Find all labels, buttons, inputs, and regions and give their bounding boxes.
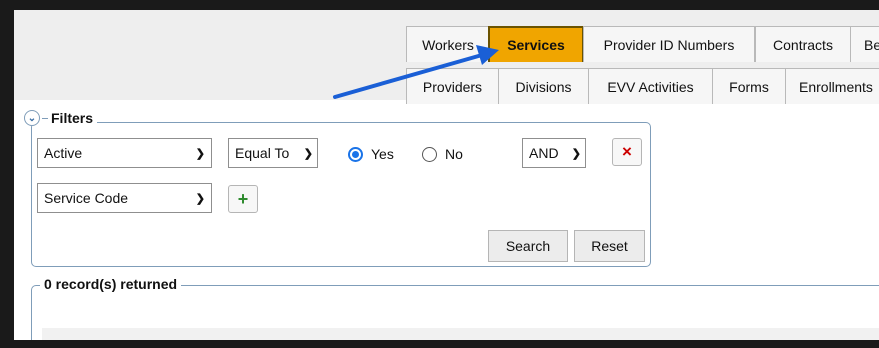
remove-icon: × bbox=[622, 142, 632, 161]
tab-providers[interactable]: Providers bbox=[406, 68, 499, 104]
tab-divisions[interactable]: Divisions bbox=[498, 68, 589, 104]
filters-legend[interactable]: ⌄ Filters bbox=[24, 110, 98, 126]
tab-provider-id-numbers[interactable]: Provider ID Numbers bbox=[583, 26, 755, 62]
add-filter-button[interactable]: + bbox=[228, 185, 258, 213]
chevron-down-icon: ❯ bbox=[195, 192, 205, 205]
radio-yes[interactable]: Yes bbox=[348, 146, 394, 162]
reset-button[interactable]: Reset bbox=[574, 230, 645, 262]
legend-line bbox=[42, 117, 48, 119]
filter-field-select-2[interactable]: Service Code ❯ bbox=[37, 183, 212, 213]
chevron-down-icon: ❯ bbox=[303, 147, 313, 160]
tab-enrollments[interactable]: Enrollments bbox=[785, 68, 879, 104]
tab-workers[interactable]: Workers bbox=[406, 26, 490, 62]
tab-services[interactable]: Services bbox=[488, 26, 584, 62]
tab-contracts[interactable]: Contracts bbox=[755, 26, 851, 62]
radio-yes-dot[interactable] bbox=[348, 146, 363, 162]
tab-be[interactable]: Be bbox=[850, 26, 879, 62]
conjunction-select[interactable]: AND ❯ bbox=[522, 138, 586, 168]
radio-yes-label: Yes bbox=[371, 146, 394, 162]
radio-no-label: No bbox=[445, 146, 463, 162]
filters-title: Filters bbox=[51, 110, 94, 126]
search-button[interactable]: Search bbox=[488, 230, 568, 262]
filter-operator-select[interactable]: Equal To ❯ bbox=[228, 138, 318, 168]
remove-filter-button[interactable]: × bbox=[612, 138, 642, 166]
plus-icon: + bbox=[237, 188, 249, 209]
filter-field-select[interactable]: Active ❯ bbox=[37, 138, 212, 168]
tab-forms[interactable]: Forms bbox=[712, 68, 786, 104]
chevron-down-icon: ❯ bbox=[195, 147, 205, 160]
results-grid-header bbox=[42, 328, 879, 340]
filter-field-value-2: Service Code bbox=[44, 190, 129, 206]
collapse-chevron-icon[interactable]: ⌄ bbox=[24, 110, 40, 126]
filter-operator-value: Equal To bbox=[235, 145, 290, 161]
filter-field-value: Active bbox=[44, 145, 83, 161]
tab-evv-activities[interactable]: EVV Activities bbox=[588, 68, 713, 104]
main-panel: Workers Services Provider ID Numbers Con… bbox=[14, 10, 879, 340]
radio-no-dot[interactable] bbox=[422, 146, 437, 162]
chevron-down-icon: ❯ bbox=[571, 147, 581, 160]
radio-no[interactable]: No bbox=[422, 146, 463, 162]
results-count: 0 record(s) returned bbox=[40, 276, 182, 292]
conjunction-value: AND bbox=[529, 145, 559, 161]
